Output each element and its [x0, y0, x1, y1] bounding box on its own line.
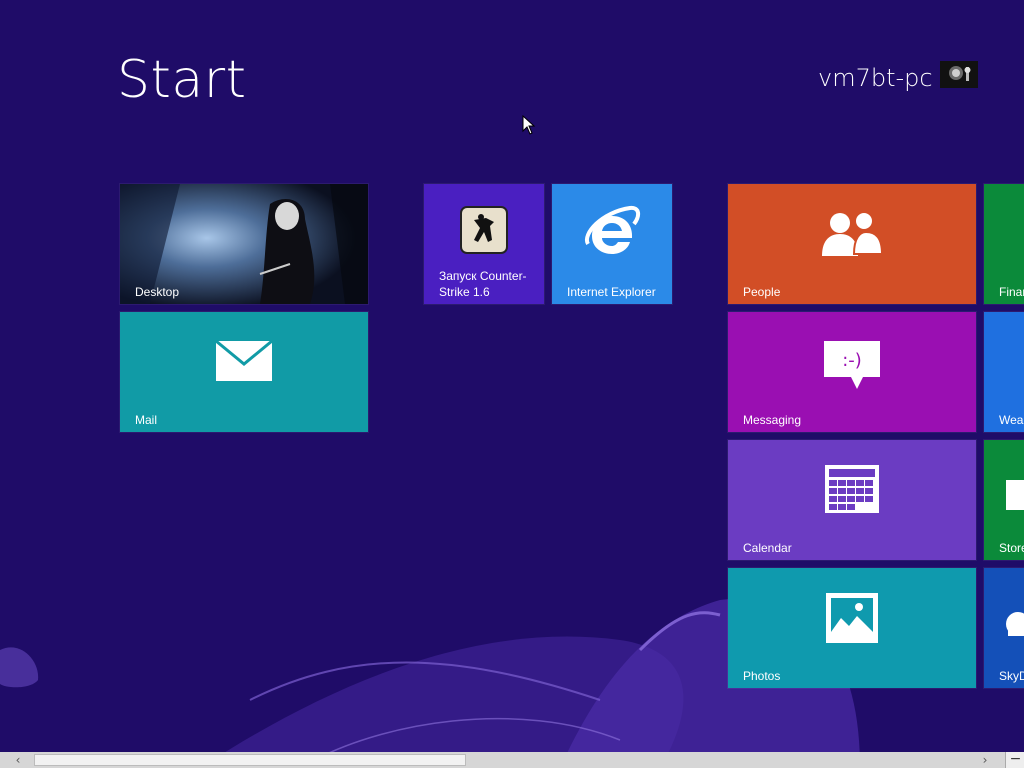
semantic-zoom-button[interactable]: −	[1005, 752, 1024, 768]
user-name[interactable]: vm7bt-pc	[818, 64, 933, 92]
svg-text::-): :-)	[842, 350, 862, 371]
internet-explorer-icon	[584, 205, 641, 254]
counter-strike-icon	[460, 206, 508, 254]
tile-messaging[interactable]: :-) Messaging	[727, 311, 977, 433]
scroll-right-button[interactable]: ›	[975, 752, 995, 768]
tile-weather[interactable]: Wea	[983, 311, 1024, 433]
mouse-cursor-icon	[522, 115, 536, 135]
tile-label: Store	[999, 541, 1024, 555]
tile-desktop[interactable]: Desktop	[119, 183, 369, 305]
people-icon	[822, 211, 884, 256]
horizontal-scrollbar[interactable]: ‹ › −	[0, 752, 1024, 768]
tile-label: Mail	[135, 413, 158, 427]
tile-label: Calendar	[743, 541, 792, 555]
tile-label: Запуск Counter-Strike 1.6	[439, 269, 527, 299]
tile-label: Desktop	[135, 285, 180, 299]
tile-store[interactable]: Store	[983, 439, 1024, 561]
tile-label: Messaging	[743, 413, 802, 427]
cloud-icon	[1006, 612, 1024, 636]
tile-skydrive[interactable]: SkyD	[983, 567, 1024, 689]
tile-finance[interactable]: Finar	[983, 183, 1024, 305]
envelope-icon	[215, 340, 273, 381]
tile-label: SkyD	[999, 669, 1024, 683]
photo-icon	[826, 593, 878, 643]
tile-label: Finar	[999, 285, 1024, 299]
tile-label: Photos	[743, 669, 781, 683]
tile-mail[interactable]: Mail	[119, 311, 369, 433]
tile-label: People	[743, 285, 781, 299]
tile-label: Wea	[999, 413, 1024, 427]
scroll-left-button[interactable]: ‹	[6, 752, 30, 768]
tile-internet-explorer[interactable]: Internet Explorer	[551, 183, 673, 305]
tile-people[interactable]: People	[727, 183, 977, 305]
calendar-icon	[825, 465, 879, 513]
speech-bubble-icon: :-)	[824, 341, 880, 389]
scroll-thumb[interactable]	[34, 754, 466, 766]
tile-calendar[interactable]: Calendar	[727, 439, 977, 561]
avatar-image	[940, 61, 978, 88]
tile-photos[interactable]: Photos	[727, 567, 977, 689]
store-icon	[1006, 480, 1024, 510]
page-title: Start	[117, 50, 247, 110]
avatar[interactable]	[940, 61, 978, 88]
tile-label: Internet Explorer	[567, 285, 656, 299]
tile-counter-strike[interactable]: Запуск Counter-Strike 1.6	[423, 183, 545, 305]
